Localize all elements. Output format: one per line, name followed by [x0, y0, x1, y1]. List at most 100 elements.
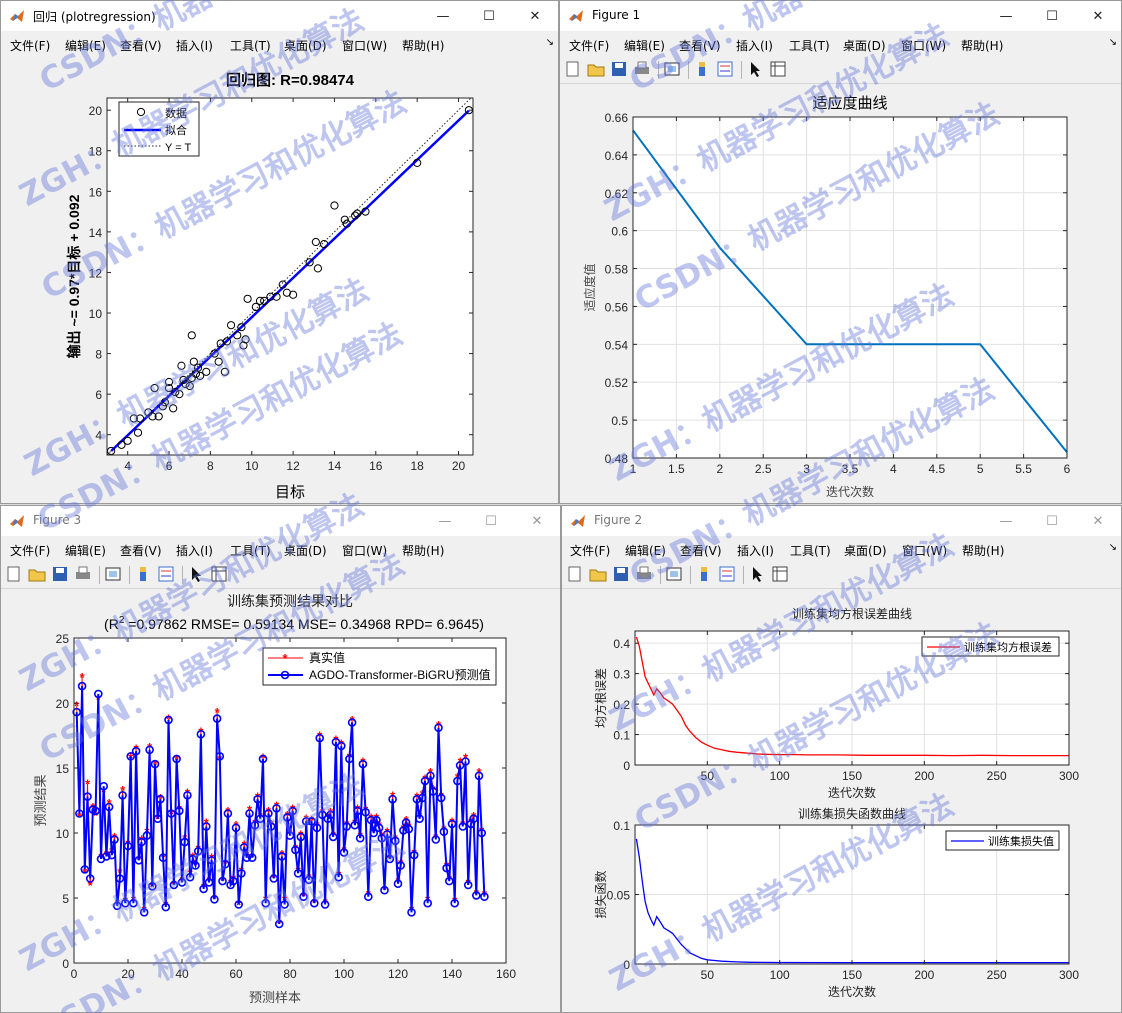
dock-arrow-icon[interactable]: ↘: [546, 37, 554, 48]
figure1-window: Figure 1 — ☐ ✕ 文件(F) 编辑(E) 查看(V) 插入(I) 工…: [559, 0, 1122, 504]
x-tick-label: 100: [334, 967, 354, 981]
minimize-button[interactable]: —: [422, 506, 468, 536]
menu-insert[interactable]: 插入(I): [737, 542, 774, 559]
save-icon[interactable]: [610, 60, 628, 78]
menu-view[interactable]: 查看(V): [679, 37, 721, 54]
menu-file[interactable]: 文件(F): [10, 37, 50, 54]
new-figure-icon[interactable]: [564, 60, 582, 78]
y-tick-label: 0.4: [613, 637, 630, 651]
menu-desktop[interactable]: 桌面(D): [284, 542, 327, 559]
y-tick-label: 0.3: [613, 668, 630, 682]
maximize-button[interactable]: ☐: [1029, 1, 1075, 31]
print-icon[interactable]: [633, 60, 651, 78]
new-figure-icon[interactable]: [566, 565, 584, 583]
y-tick-label: 0: [623, 759, 630, 773]
menu-edit[interactable]: 编辑(E): [624, 37, 665, 54]
menu-help[interactable]: 帮助(H): [402, 542, 444, 559]
maximize-button[interactable]: ☐: [466, 1, 512, 31]
menu-insert[interactable]: 插入(I): [736, 37, 773, 54]
menu-file[interactable]: 文件(F): [569, 37, 609, 54]
y-tick-label: 0.56: [605, 300, 629, 314]
pointer-icon[interactable]: [748, 565, 766, 583]
legend-label: AGDO-Transformer-BiGRU预测值: [309, 667, 491, 682]
new-figure-icon[interactable]: [5, 565, 23, 583]
close-button[interactable]: ✕: [1075, 1, 1121, 31]
title-bar[interactable]: 回归 (plotregression) — ☐ ✕: [1, 1, 558, 31]
menu-view[interactable]: 查看(V): [680, 542, 722, 559]
print-icon[interactable]: [74, 565, 92, 583]
menu-tools[interactable]: 工具(T): [789, 37, 830, 54]
matlab-icon: [10, 10, 24, 22]
open-file-icon[interactable]: [28, 565, 46, 583]
maximize-button[interactable]: ☐: [468, 506, 514, 536]
menu-insert[interactable]: 插入(I): [176, 37, 213, 54]
menu-tools[interactable]: 工具(T): [790, 542, 831, 559]
save-icon[interactable]: [51, 565, 69, 583]
print-icon[interactable]: [635, 565, 653, 583]
chart-title: 适应度曲线: [812, 94, 887, 112]
property-inspector-icon[interactable]: [210, 565, 228, 583]
menu-window[interactable]: 窗口(W): [342, 542, 387, 559]
link-plot-icon[interactable]: [104, 565, 122, 583]
y-tick-label: 16: [89, 185, 103, 199]
y-tick-label: 0.52: [605, 376, 629, 390]
dock-arrow-icon[interactable]: ↘: [1109, 542, 1117, 553]
fitness-plot: 1 1.5 2 2.5 3 3.5 4 4.5 5 5.5 6 0.48 0.5 0.52 0.54 0.56…: [582, 94, 1071, 499]
menu-edit[interactable]: 编辑(E): [65, 37, 106, 54]
menu-help[interactable]: 帮助(H): [961, 37, 1003, 54]
y-axis-label: 适应度值: [582, 263, 597, 311]
regression-plot: 4 6 8 10 12 14 16 18 20 4 6 8 10 12 14 16 18 20 回归图: R=0.9…: [66, 71, 474, 501]
menu-desktop[interactable]: 桌面(D): [844, 542, 887, 559]
close-button[interactable]: ✕: [512, 1, 558, 31]
menu-desktop[interactable]: 桌面(D): [284, 37, 327, 54]
figure3-window: Figure 3 — ☐ ✕ 文件(F) 编辑(E) 查看(V) 插入(I) 工…: [0, 505, 561, 1013]
save-icon[interactable]: [612, 565, 630, 583]
close-button[interactable]: ✕: [514, 506, 560, 536]
colorbar-icon[interactable]: [695, 565, 713, 583]
property-inspector-icon[interactable]: [771, 565, 789, 583]
menu-edit[interactable]: 编辑(E): [65, 542, 106, 559]
legend-icon[interactable]: [716, 60, 734, 78]
menu-view[interactable]: 查看(V): [120, 37, 162, 54]
menu-window[interactable]: 窗口(W): [342, 37, 387, 54]
x-tick-label: 250: [987, 769, 1007, 783]
figure-canvas: 1 1.5 2 2.5 3 3.5 4 4.5 5 5.5 6 0.48 0.5 0.52 0.54 0.56…: [560, 84, 1121, 503]
menu-help[interactable]: 帮助(H): [402, 37, 444, 54]
maximize-button[interactable]: ☐: [1029, 506, 1075, 536]
pointer-icon[interactable]: [746, 60, 764, 78]
menu-tools[interactable]: 工具(T): [230, 37, 271, 54]
menu-window[interactable]: 窗口(W): [901, 37, 946, 54]
minimize-button[interactable]: —: [420, 1, 466, 31]
y-axis-label: 预测结果: [34, 774, 49, 826]
menu-tools[interactable]: 工具(T): [230, 542, 271, 559]
colorbar-icon[interactable]: [134, 565, 152, 583]
minimize-button[interactable]: —: [983, 1, 1029, 31]
x-tick-label: 8: [207, 459, 214, 473]
menu-view[interactable]: 查看(V): [120, 542, 162, 559]
title-bar[interactable]: Figure 3 — ☐ ✕: [1, 506, 560, 536]
link-plot-icon[interactable]: [663, 60, 681, 78]
minimize-button[interactable]: —: [983, 506, 1029, 536]
dock-arrow-icon[interactable]: ↘: [1109, 37, 1117, 48]
open-file-icon[interactable]: [589, 565, 607, 583]
legend-icon[interactable]: [718, 565, 736, 583]
x-tick-label: 300: [1059, 968, 1079, 982]
menu-insert[interactable]: 插入(I): [176, 542, 213, 559]
chart-title: 训练集均方根误差曲线: [792, 606, 912, 621]
open-file-icon[interactable]: [587, 60, 605, 78]
property-inspector-icon[interactable]: [769, 60, 787, 78]
title-bar[interactable]: Figure 1 — ☐ ✕: [560, 1, 1121, 31]
menu-file[interactable]: 文件(F): [570, 542, 610, 559]
close-button[interactable]: ✕: [1075, 506, 1121, 536]
menu-file[interactable]: 文件(F): [10, 542, 50, 559]
link-plot-icon[interactable]: [665, 565, 683, 583]
menu-help[interactable]: 帮助(H): [962, 542, 1004, 559]
pointer-icon[interactable]: [187, 565, 205, 583]
menu-desktop[interactable]: 桌面(D): [843, 37, 886, 54]
legend-icon[interactable]: [157, 565, 175, 583]
menu-edit[interactable]: 编辑(E): [625, 542, 666, 559]
menu-window[interactable]: 窗口(W): [902, 542, 947, 559]
x-axis-label: 预测样本: [249, 991, 301, 1006]
colorbar-icon[interactable]: [693, 60, 711, 78]
title-bar[interactable]: Figure 2 — ☐ ✕: [562, 506, 1121, 536]
